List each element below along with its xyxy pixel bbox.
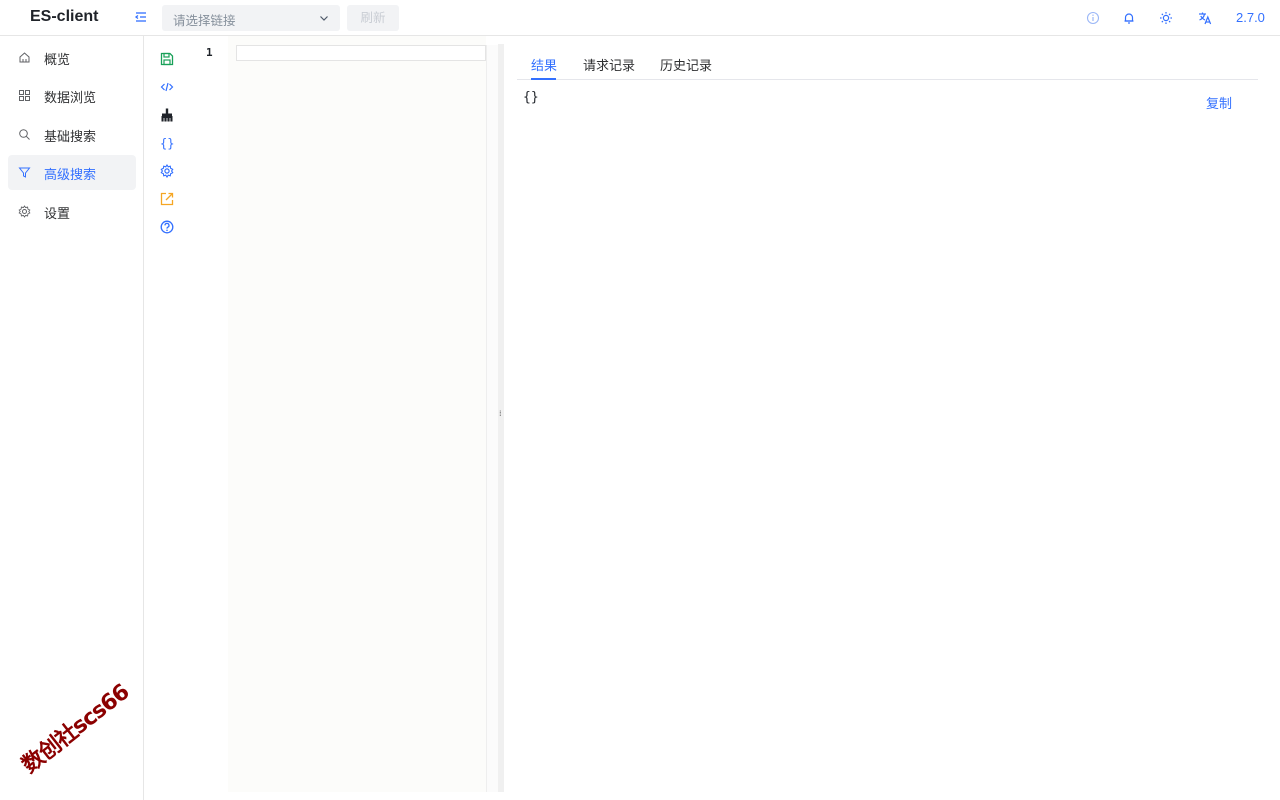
sidebar-item-label: 基础搜索 (44, 130, 97, 145)
query-editor[interactable]: 1 (188, 36, 498, 792)
gear-icon (18, 205, 31, 218)
editor-toolbar: {} (144, 36, 188, 800)
line-number: 1 (206, 46, 213, 59)
active-tab-indicator (531, 78, 556, 80)
chevron-down-icon (318, 12, 330, 24)
home-icon (18, 51, 31, 64)
sidebar-item-basic-search[interactable]: 基础搜索 (8, 117, 136, 152)
sun-icon[interactable] (1158, 10, 1174, 26)
sidebar: 概览 数据浏览 基础搜索 高级搜索 设置 数创社scs66 (0, 36, 144, 800)
sidebar-item-advanced-search[interactable]: 高级搜索 (8, 155, 136, 190)
top-header: ES-client 请选择链接 刷新 2.7.0 (0, 0, 1280, 36)
connection-select-placeholder: 请选择链接 (173, 13, 236, 28)
collapse-menu-icon[interactable] (133, 9, 149, 25)
translate-icon[interactable] (1197, 10, 1213, 26)
settings-icon[interactable] (160, 164, 174, 178)
format-braces-icon[interactable]: {} (160, 136, 174, 151)
sidebar-item-data-browse[interactable]: 数据浏览 (8, 78, 136, 113)
sidebar-item-label: 概览 (44, 53, 71, 68)
info-icon[interactable] (1085, 10, 1101, 26)
connection-select[interactable]: 请选择链接 (162, 5, 340, 31)
bell-icon[interactable] (1121, 10, 1137, 26)
sidebar-item-overview[interactable]: 概览 (8, 40, 136, 75)
result-panel: 结果 请求记录 历史记录 {} 复制 (504, 36, 1280, 800)
external-link-icon[interactable] (160, 192, 174, 206)
tab-result[interactable]: 结果 (531, 55, 557, 74)
search-icon (18, 128, 31, 141)
sidebar-item-label: 设置 (44, 207, 71, 222)
filter-icon (18, 166, 31, 179)
sidebar-item-label: 高级搜索 (44, 168, 97, 183)
svg-text:{}: {} (160, 137, 174, 151)
app-title: ES-client (30, 8, 99, 25)
help-icon[interactable] (160, 220, 174, 234)
sidebar-item-settings[interactable]: 设置 (8, 194, 136, 229)
tab-history[interactable]: 历史记录 (660, 55, 712, 74)
editor-scrollbar[interactable] (486, 45, 498, 792)
drag-handle-icon[interactable]: ⁞ (499, 410, 502, 418)
grid-icon (18, 89, 31, 102)
clear-brush-icon[interactable] (160, 108, 174, 122)
version-label[interactable]: 2.7.0 (1236, 10, 1265, 25)
code-icon[interactable] (160, 80, 174, 94)
active-line[interactable] (236, 45, 486, 61)
copy-button[interactable]: 复制 (1206, 93, 1232, 112)
result-tabs: 结果 请求记录 历史记录 (517, 44, 1258, 80)
watermark-text: 数创社scs66 (17, 680, 134, 779)
refresh-button[interactable]: 刷新 (347, 5, 399, 31)
code-area[interactable] (228, 36, 486, 792)
save-icon[interactable] (160, 52, 174, 66)
json-output: {} (523, 90, 539, 105)
tab-request-log[interactable]: 请求记录 (583, 55, 635, 74)
sidebar-item-label: 数据浏览 (44, 91, 97, 106)
